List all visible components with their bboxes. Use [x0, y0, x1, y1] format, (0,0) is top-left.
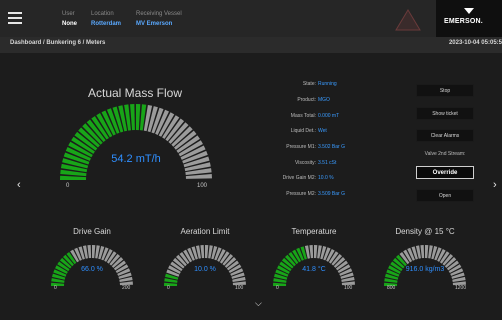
info-key: State: — [302, 81, 316, 87]
breadcrumb-bar: Dashboard / Bunkering 6 / Meters 2023-10… — [0, 37, 502, 53]
gauge-min-label: 0 — [54, 285, 57, 291]
gauge-max-label: 200 — [122, 285, 131, 291]
small-gauge-0-segment — [92, 245, 96, 259]
drive-gain-title: Drive Gain — [73, 227, 111, 236]
location-label: Location — [91, 11, 114, 17]
small-gauge-2-segment — [314, 245, 318, 259]
datetime: 2023-10-04 05:05:5 — [448, 40, 502, 46]
info-value: 0.000 mT — [318, 113, 340, 119]
override-button[interactable]: Override — [416, 166, 474, 179]
info-key: Product: — [297, 97, 316, 103]
brand-logo: EMERSON. — [436, 0, 502, 37]
gauge-min-label: 0 — [66, 183, 70, 189]
top-bar: User None Location Rotterdam Receiving V… — [0, 0, 502, 37]
warning-triangle-icon[interactable] — [395, 9, 421, 31]
breadcrumb[interactable]: Dashboard / Bunkering 6 / Meters — [10, 40, 105, 46]
small-gauge-1-segment — [205, 245, 209, 259]
density-title: Density @ 15 °C — [395, 227, 455, 236]
info-key: Mass Total: — [290, 113, 316, 119]
info-row-pressure-m1: Pressure M1: 3.502 Bar G — [256, 144, 386, 152]
small-gauge-3-segment — [425, 245, 429, 259]
vessel-value: MV Emerson — [136, 21, 173, 27]
temperature-value: 41.8 °C — [302, 266, 326, 273]
small-gauge-1-segment — [164, 282, 178, 286]
brand-name: EMERSON. — [444, 18, 483, 25]
vessel-label: Receiving Vessel — [136, 11, 182, 17]
gauge-max-label: 100 — [197, 183, 208, 189]
info-key: Liquid Det.: — [290, 128, 316, 134]
gauge-min-label: 0 — [167, 285, 170, 291]
temperature-title: Temperature — [291, 227, 337, 236]
drive-gain-value: 66.0 % — [81, 266, 103, 273]
hamburger-icon[interactable] — [8, 10, 22, 24]
info-key: Viscosity: — [294, 160, 316, 166]
info-value: 3.509 Bar G — [318, 191, 345, 197]
small-gauge-0-segment — [87, 245, 92, 259]
mass-flow-gauge-segment — [60, 175, 87, 180]
info-value: 3.502 Bar G — [318, 144, 345, 150]
info-key: Pressure M1: — [286, 144, 316, 150]
small-gauge-0-segment — [51, 282, 65, 286]
info-row-drive-gain-m2: Drive Gain M2: 10.0 % — [256, 175, 386, 183]
gauge-max-label: 1200 — [455, 285, 467, 291]
gauge-max-label: 100 — [344, 285, 353, 291]
main-gauge-title: Actual Mass Flow — [87, 86, 183, 100]
user-label: User — [62, 11, 75, 17]
info-key: Drive Gain M2: — [282, 175, 316, 181]
info-value: 10.0 % — [318, 175, 334, 181]
stop-button[interactable]: Stop — [416, 84, 474, 97]
small-gauge-2-segment — [309, 245, 314, 259]
mass-flow-gauge-segment — [136, 104, 141, 131]
location-value: Rotterdam — [91, 21, 122, 27]
vessel-info: Receiving Vessel MV Emerson — [136, 9, 182, 29]
info-row-mass-total: Mass Total: 0.000 mT — [256, 113, 386, 121]
open-button[interactable]: Open — [416, 189, 474, 202]
gauge-min-label: 800 — [387, 285, 396, 291]
mass-flow-gauge-segment — [130, 104, 135, 131]
info-row-liquid-det: Liquid Det.: Wet — [256, 128, 386, 136]
mass-flow-value: 54.2 mT/h — [111, 153, 161, 165]
chevron-right-icon[interactable]: › — [493, 180, 497, 191]
user-value: None — [62, 21, 77, 27]
small-gauge-3-segment — [420, 245, 425, 259]
info-row-viscosity: Viscosity: 3.51 cSt — [256, 160, 386, 168]
info-row-state: State: Running — [256, 81, 386, 89]
location-info: Location Rotterdam — [91, 9, 121, 29]
show-ticket-button[interactable]: Show ticket — [416, 107, 474, 120]
small-gauge-2-segment — [273, 282, 287, 286]
gauge-max-label: 100 — [235, 285, 244, 291]
mass-flow-gauge-segment — [185, 174, 212, 179]
mass-flow-gauge — [60, 104, 212, 180]
chevron-down-icon[interactable]: ⌵ — [255, 298, 262, 309]
density-value: 916.0 kg/m3 — [405, 266, 445, 273]
info-row-product: Product: MGO — [256, 97, 386, 105]
emerson-mark-icon — [464, 8, 474, 14]
info-row-pressure-m2: Pressure M2: 3.509 Bar G — [256, 191, 386, 199]
user-info: User None — [62, 9, 77, 29]
aeration-limit-title: Aeration Limit — [180, 227, 230, 236]
info-value: 3.51 cSt — [318, 160, 337, 166]
gauge-min-label: 0 — [276, 285, 279, 291]
chevron-left-icon[interactable]: ‹ — [17, 180, 21, 191]
info-value: MGO — [318, 97, 330, 103]
aeration-limit-value: 10.0 % — [194, 266, 216, 273]
info-key: Pressure M2: — [286, 191, 316, 197]
info-value: Running — [318, 81, 337, 87]
small-gauge-1-segment — [200, 245, 205, 259]
clear-alarms-button[interactable]: Clear Alarms — [416, 129, 474, 142]
info-value: Wet — [318, 128, 327, 134]
valve-2nd-stream-label: Valve 2nd Stream: — [424, 151, 466, 157]
